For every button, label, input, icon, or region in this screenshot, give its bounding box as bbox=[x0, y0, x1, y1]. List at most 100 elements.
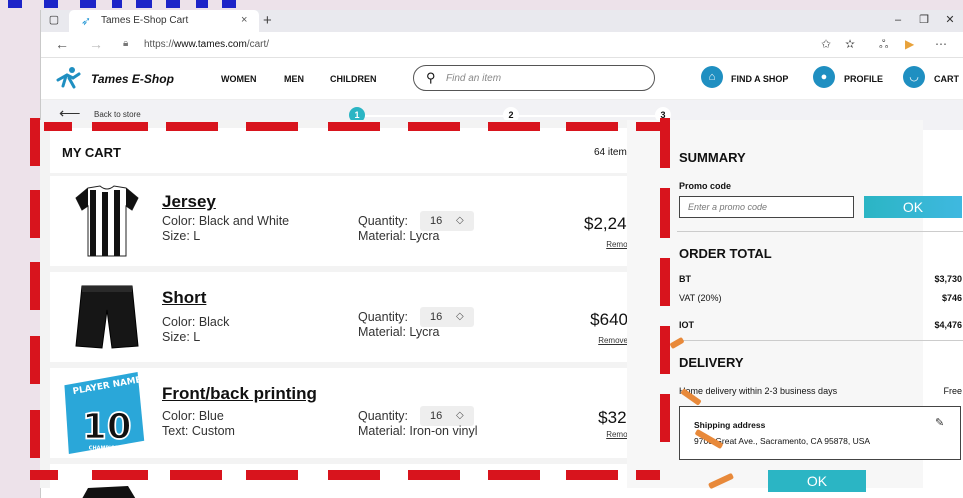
tab-actions-icon[interactable]: ▢ bbox=[47, 13, 61, 27]
cart-title: MY CART bbox=[62, 145, 121, 160]
highlight-mark bbox=[196, 0, 208, 8]
item-name[interactable]: Front/back printing bbox=[162, 384, 317, 404]
dash-segment bbox=[660, 326, 670, 374]
dash-segment bbox=[636, 122, 660, 131]
dash-segment bbox=[566, 470, 618, 480]
profile-icon[interactable]: ● bbox=[813, 66, 835, 88]
url-prefix: https:// bbox=[144, 39, 175, 50]
delivery-price: Free bbox=[943, 386, 962, 396]
quantity-stepper[interactable]: 16 ◇ bbox=[420, 211, 474, 231]
search-input[interactable]: ⚲ Find an item bbox=[413, 65, 655, 91]
profile-link[interactable]: PROFILE bbox=[844, 74, 883, 84]
dash-segment bbox=[246, 470, 298, 480]
item-material: Material: Iron-on vinyl bbox=[358, 424, 478, 438]
item-size: Size: L bbox=[162, 229, 201, 243]
row-label-iot: IOT bbox=[679, 320, 694, 330]
row-label-vat: VAT (20%) bbox=[679, 293, 722, 303]
promo-code-input[interactable]: Enter a promo code bbox=[679, 196, 854, 218]
tab-title: Tames E-Shop Cart bbox=[101, 15, 189, 26]
close-window-icon[interactable]: ✕ bbox=[943, 13, 957, 27]
dash-segment bbox=[488, 470, 540, 480]
restore-icon[interactable]: ❐ bbox=[917, 13, 931, 27]
stepper-chevrons-icon[interactable]: ◇ bbox=[456, 211, 464, 231]
cart-header: MY CART 64 items bbox=[50, 128, 650, 173]
shipping-address-box[interactable]: Shipping address 9700 Great Ave., Sacram… bbox=[679, 406, 961, 460]
tab-tames-cart[interactable]: ➶ Tames E-Shop Cart × bbox=[69, 10, 259, 32]
new-tab-button[interactable]: + bbox=[263, 12, 272, 29]
dash-segment bbox=[30, 190, 40, 238]
dash-segment bbox=[488, 122, 540, 131]
summary-title: SUMMARY bbox=[679, 150, 746, 165]
runner-logo-icon bbox=[56, 67, 81, 89]
item-text: Text: Custom bbox=[162, 424, 235, 438]
dash-segment bbox=[328, 122, 380, 131]
item-color: Color: Blue bbox=[162, 409, 224, 423]
url-domain: www.tames.com bbox=[174, 39, 247, 50]
tames-logo-icon: ➶ bbox=[81, 14, 92, 28]
add-favorite-icon[interactable]: ✩ bbox=[821, 37, 831, 51]
favorites-icon[interactable]: ✫ bbox=[845, 37, 855, 51]
row-value-iot: $4,476 bbox=[934, 320, 962, 330]
more-icon[interactable]: ⋯ bbox=[935, 37, 947, 51]
quantity-label: Quantity: bbox=[358, 409, 409, 423]
dash-segment bbox=[30, 336, 40, 384]
dash-segment bbox=[170, 470, 222, 480]
dash-segment bbox=[92, 470, 148, 480]
find-shop-link[interactable]: FIND A SHOP bbox=[731, 74, 788, 84]
back-to-store-link[interactable]: Back to store bbox=[94, 110, 141, 119]
search-placeholder: Find an item bbox=[446, 73, 502, 84]
dash-segment bbox=[30, 410, 40, 458]
printing-image: PLAYER NAME 10 CHAMPIONS bbox=[64, 372, 145, 454]
dash-segment bbox=[660, 394, 670, 442]
stepper-chevrons-icon[interactable]: ◇ bbox=[456, 406, 464, 426]
quantity-value: 16 bbox=[430, 410, 443, 422]
divider bbox=[677, 340, 963, 341]
dash-segment bbox=[30, 470, 58, 480]
divider bbox=[677, 231, 963, 232]
quantity-stepper[interactable]: 16 ◇ bbox=[420, 406, 474, 426]
cart-link[interactable]: CART bbox=[934, 74, 959, 84]
collections-icon[interactable]: ஃ bbox=[879, 37, 888, 53]
cart-item-jersey: Jersey Color: Black and White Size: L Qu… bbox=[50, 176, 650, 266]
quantity-label: Quantity: bbox=[358, 214, 409, 228]
nav-children[interactable]: CHILDREN bbox=[330, 74, 377, 84]
home-icon[interactable]: ⌂ bbox=[701, 66, 723, 88]
edit-pencil-icon[interactable]: ✎ bbox=[935, 416, 944, 429]
ok-button[interactable]: OK bbox=[768, 470, 866, 492]
row-value-bt: $3,730 bbox=[934, 274, 962, 284]
forward-arrow-icon[interactable]: → bbox=[89, 36, 103, 52]
highlight-mark bbox=[136, 0, 152, 8]
dash-segment bbox=[566, 122, 618, 131]
cart-icon[interactable]: ◡ bbox=[903, 66, 925, 88]
item-size: Size: L bbox=[162, 330, 201, 344]
brand-name[interactable]: Tames E-Shop bbox=[91, 72, 174, 86]
item-name[interactable]: Jersey bbox=[162, 192, 216, 212]
quantity-value: 16 bbox=[430, 215, 443, 227]
highlight-mark bbox=[112, 0, 122, 8]
dash-segment bbox=[408, 470, 460, 480]
nav-women[interactable]: WOMEN bbox=[221, 74, 257, 84]
dash-segment bbox=[30, 118, 40, 166]
back-arrow-icon[interactable]: ← bbox=[55, 36, 69, 52]
remove-link[interactable]: Remove bbox=[598, 336, 628, 345]
url-field[interactable]: https://www.tames.com/cart/ bbox=[144, 39, 269, 50]
stepper-chevrons-icon[interactable]: ◇ bbox=[456, 307, 464, 327]
dash-segment bbox=[166, 122, 218, 131]
quantity-value: 16 bbox=[430, 311, 443, 323]
print-number-text: 10 bbox=[82, 406, 131, 447]
print-caption-text: CHAMPIONS bbox=[89, 446, 123, 452]
dash-segment bbox=[660, 118, 670, 168]
dash-segment bbox=[660, 188, 670, 238]
site-header: Tames E-Shop WOMEN MEN CHILDREN ⚲ Find a… bbox=[41, 58, 963, 100]
minimize-icon[interactable]: – bbox=[891, 13, 905, 27]
extension-icon[interactable]: ▶ bbox=[905, 37, 914, 51]
quantity-stepper[interactable]: 16 ◇ bbox=[420, 307, 474, 327]
item-name[interactable]: Short bbox=[162, 288, 206, 308]
promo-ok-button[interactable]: OK bbox=[864, 196, 962, 218]
dash-segment bbox=[408, 122, 460, 131]
item-color: Color: Black and White bbox=[162, 214, 290, 228]
jersey-image bbox=[75, 185, 139, 257]
close-tab-icon[interactable]: × bbox=[241, 14, 247, 26]
dash-segment bbox=[44, 122, 72, 131]
nav-men[interactable]: MEN bbox=[284, 74, 304, 84]
